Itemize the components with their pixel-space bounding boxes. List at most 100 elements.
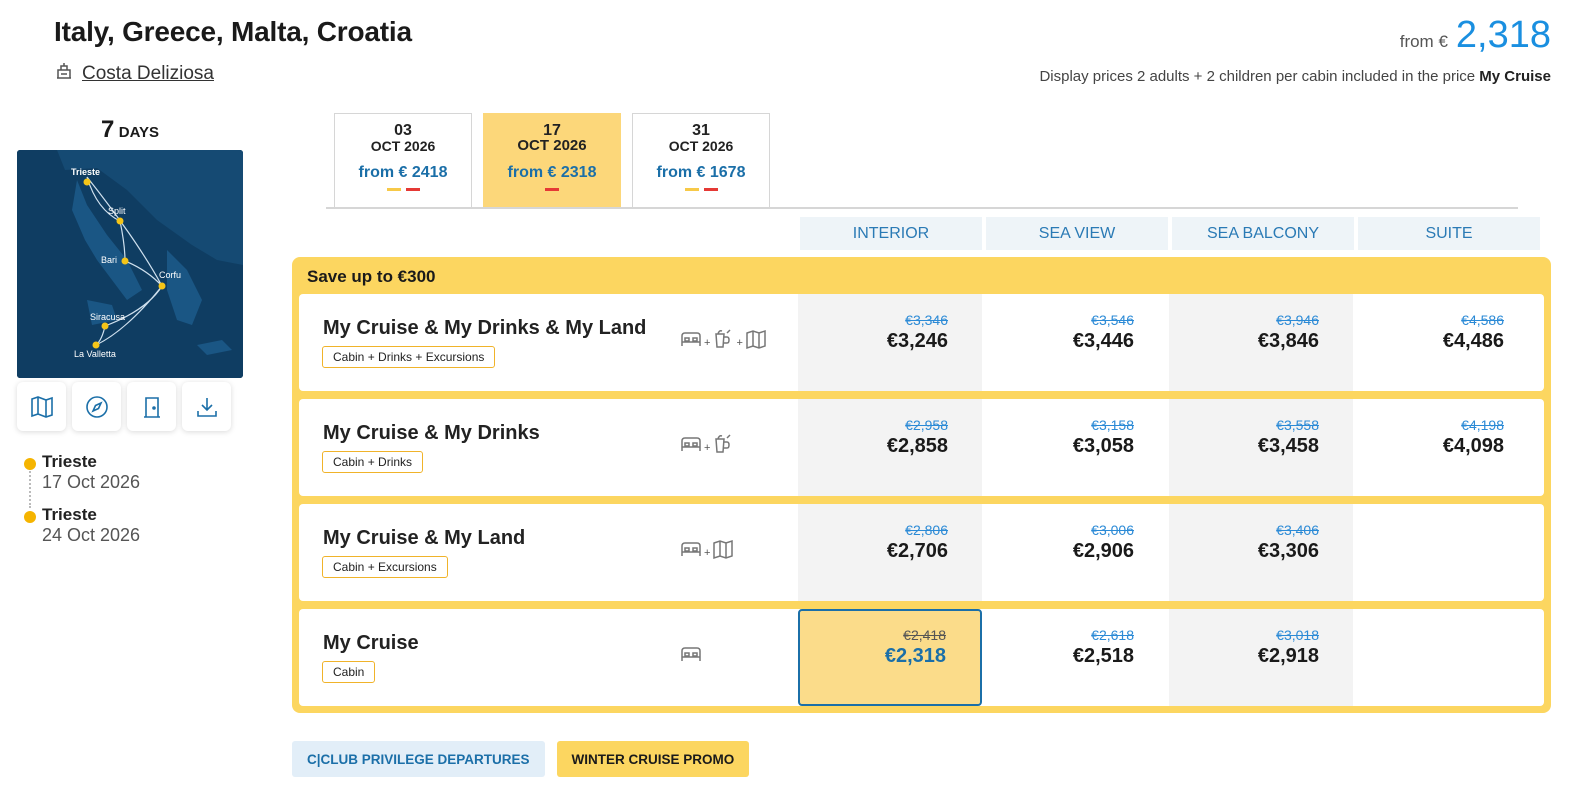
- new-price: €2,318: [884, 645, 946, 667]
- new-price: €3,458: [1257, 435, 1319, 457]
- package-row: My Cruise & My Drinks & My Land Cabin + …: [299, 294, 1544, 391]
- old-price: €3,018: [1276, 627, 1319, 643]
- package-name: My Cruise: [323, 632, 419, 654]
- col-interior: INTERIOR: [800, 217, 982, 250]
- new-price: €4,486: [1442, 330, 1504, 352]
- ship-icon: [54, 61, 74, 87]
- itinerary-stop: Trieste 24 Oct 2026: [24, 505, 140, 546]
- promo-price-grid: Save up to €300 My Cruise & My Drinks & …: [292, 257, 1551, 713]
- display-prices-text: Display prices 2 adults + 2 children per…: [1039, 68, 1476, 85]
- included-icons: [680, 643, 702, 665]
- price-cell-empty: [1354, 504, 1538, 601]
- tab-day: 03: [394, 122, 412, 139]
- winter-promo-badge[interactable]: WINTER CRUISE PROMO: [556, 741, 750, 777]
- price-cell[interactable]: €2,806 €2,706: [798, 504, 982, 601]
- door-button[interactable]: [127, 382, 176, 431]
- old-price: €4,198: [1461, 417, 1504, 433]
- ship-link[interactable]: Costa Deliziosa: [54, 61, 214, 87]
- map-icon: [746, 329, 766, 350]
- stop-port: Trieste: [42, 505, 97, 524]
- package-tag: Cabin: [322, 661, 376, 683]
- price-cell[interactable]: €3,018 €2,918: [1169, 609, 1353, 706]
- price-cell[interactable]: €4,586 €4,486: [1354, 294, 1538, 391]
- price-cell[interactable]: €3,006 €2,906: [984, 504, 1168, 601]
- old-price: €3,406: [1276, 522, 1319, 538]
- old-price: €3,946: [1276, 312, 1319, 328]
- compass-button[interactable]: [72, 382, 121, 431]
- stop-date: 24 Oct 2026: [42, 525, 141, 545]
- club-badge[interactable]: C|CLUB PRIVILEGE DEPARTURES: [292, 741, 545, 777]
- tab-price: from € 2318: [507, 164, 597, 181]
- price-cell[interactable]: €3,546 €3,446: [984, 294, 1168, 391]
- price-cell[interactable]: €3,346 €3,246: [798, 294, 982, 391]
- promo-mark-icon: [545, 188, 559, 191]
- tab-month: OCT 2026: [517, 137, 587, 154]
- date-tab-17-oct[interactable]: 17 OCT 2026 from € 2318: [483, 113, 621, 207]
- price-cell[interactable]: €3,558 €3,458: [1169, 399, 1353, 496]
- display-prices-package: My Cruise: [1479, 68, 1551, 85]
- old-price: €2,806: [905, 522, 948, 538]
- tab-day: 31: [692, 122, 710, 139]
- new-price: €2,918: [1257, 645, 1319, 667]
- price-cell[interactable]: €2,618 €2,518: [984, 609, 1168, 706]
- package-tag: Cabin + Drinks: [322, 451, 424, 473]
- promo-marks: [335, 188, 471, 191]
- itinerary: Trieste 17 Oct 2026 Trieste 24 Oct 2026: [24, 452, 140, 558]
- bed-icon: [681, 332, 701, 346]
- map-button[interactable]: [17, 382, 66, 431]
- date-tab-03-oct[interactable]: 03 OCT 2026 from € 2418: [334, 113, 472, 207]
- download-button[interactable]: [182, 382, 231, 431]
- package-row: My Cruise Cabin €2,418 €2,318 €2,618 €2,…: [299, 609, 1544, 706]
- route-map[interactable]: Trieste Split Bari Corfu Siracusa La Val…: [17, 150, 243, 378]
- date-tab-31-oct[interactable]: 31 OCT 2026 from € 1678: [632, 113, 770, 207]
- new-price: €2,518: [1072, 645, 1134, 667]
- col-suite: SUITE: [1358, 217, 1540, 250]
- tab-month: OCT 2026: [668, 138, 734, 154]
- included-icons: + +: [680, 328, 767, 350]
- bed-icon: [681, 437, 701, 451]
- old-price: €2,958: [905, 417, 948, 433]
- stop-date: 17 Oct 2026: [42, 472, 141, 492]
- price-cell[interactable]: €3,406 €3,306: [1169, 504, 1353, 601]
- new-price: €2,858: [886, 435, 948, 457]
- compass-icon: [85, 395, 108, 418]
- old-price: €4,586: [1461, 312, 1504, 328]
- map-label-split: Split: [108, 206, 126, 216]
- promo-badges: C|CLUB PRIVILEGE DEPARTURES WINTER CRUIS…: [292, 741, 750, 777]
- price-cell[interactable]: €3,946 €3,846: [1169, 294, 1353, 391]
- package-name: My Cruise & My Drinks & My Land: [323, 317, 647, 339]
- promo-mark-icon: [703, 188, 718, 191]
- tab-month: OCT 2026: [370, 138, 436, 154]
- price-cell-selected[interactable]: €2,418 €2,318: [798, 609, 982, 706]
- from-label: from €: [1399, 32, 1448, 51]
- price-cell[interactable]: €2,958 €2,858: [798, 399, 982, 496]
- included-icons: +: [680, 538, 734, 560]
- package-row: My Cruise & My Land Cabin + Excursions +…: [299, 504, 1544, 601]
- promo-mark-icon: [684, 188, 699, 191]
- included-icons: +: [680, 433, 734, 455]
- stop-dot-icon: [24, 511, 36, 523]
- price-cell-empty: [1354, 609, 1538, 706]
- price-cell[interactable]: €4,198 €4,098: [1354, 399, 1538, 496]
- new-price: €4,098: [1442, 435, 1504, 457]
- col-sea-view: SEA VIEW: [986, 217, 1168, 250]
- package-name: My Cruise & My Land: [323, 527, 526, 549]
- new-price: €3,846: [1257, 330, 1319, 352]
- tab-price: from € 2418: [358, 164, 448, 181]
- bed-icon: [681, 647, 701, 661]
- map-icon: [30, 395, 53, 418]
- stop-dot-icon: [24, 458, 36, 470]
- map-label-corfu: Corfu: [159, 270, 181, 280]
- map-icon: [713, 539, 734, 560]
- old-price: €3,158: [1091, 417, 1134, 433]
- price-cell[interactable]: €3,158 €3,058: [984, 399, 1168, 496]
- lowest-price: from € 2,318: [1400, 14, 1551, 57]
- package-tag: Cabin + Drinks + Excursions: [322, 346, 496, 368]
- package-tag: Cabin + Excursions: [322, 556, 448, 578]
- duration: 7 DAYS: [17, 116, 243, 144]
- map-label-siracusa: Siracusa: [90, 312, 125, 322]
- bed-icon: [681, 542, 701, 556]
- new-price: €3,446: [1072, 330, 1134, 352]
- map-actions: [17, 382, 231, 431]
- promo-marks: [484, 188, 620, 191]
